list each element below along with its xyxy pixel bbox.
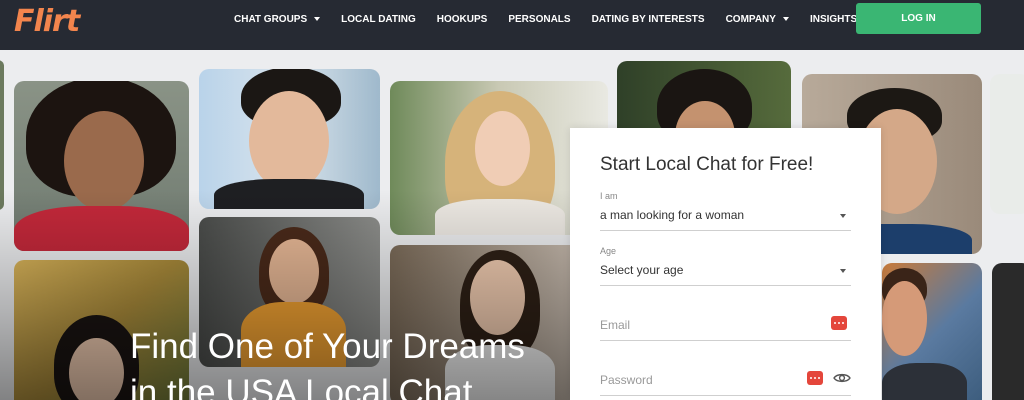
iam-select[interactable]: I am a man looking for a woman bbox=[600, 190, 851, 231]
hero-headline: Find One of Your Dreams in the USA Local… bbox=[130, 324, 525, 400]
profile-photo bbox=[992, 263, 1024, 400]
signup-form: Start Local Chat for Free! I am a man lo… bbox=[570, 128, 881, 400]
email-placeholder: Email bbox=[600, 318, 631, 332]
profile-photo bbox=[199, 69, 380, 209]
hero-headline-line2: in the USA Local Chat bbox=[130, 373, 473, 400]
chevron-down-icon bbox=[314, 17, 321, 21]
nav-item-local-dating[interactable]: LOCAL DATING bbox=[341, 14, 416, 25]
password-manager-icon[interactable] bbox=[807, 371, 823, 385]
age-select[interactable]: Age Select your age bbox=[600, 245, 851, 286]
nav-item-label: HOOKUPS bbox=[436, 13, 488, 25]
nav-links: CHAT GROUPS LOCAL DATING HOOKUPS PERSONA… bbox=[234, 0, 891, 38]
nav-item-chat-groups[interactable]: CHAT GROUPS bbox=[234, 13, 321, 25]
chevron-down-icon bbox=[840, 269, 846, 273]
top-nav: Flirt CHAT GROUPS LOCAL DATING HOOKUPS P… bbox=[0, 0, 1024, 50]
chevron-down-icon bbox=[840, 214, 846, 218]
profile-photo bbox=[0, 60, 4, 210]
nav-item-label: PERSONALS bbox=[508, 13, 571, 25]
nav-item-label: DATING BY INTERESTS bbox=[591, 13, 705, 25]
password-placeholder: Password bbox=[600, 373, 653, 387]
profile-photo bbox=[882, 263, 982, 400]
password-manager-icon[interactable] bbox=[831, 316, 847, 330]
nav-item-label: COMPANY bbox=[725, 13, 776, 25]
profile-photo bbox=[990, 74, 1024, 214]
nav-item-hookups[interactable]: HOOKUPS bbox=[437, 14, 488, 25]
age-value: Select your age bbox=[600, 263, 684, 277]
login-button[interactable]: LOG IN bbox=[856, 3, 981, 34]
iam-value: a man looking for a woman bbox=[600, 208, 745, 222]
email-field[interactable]: Email bbox=[600, 306, 851, 341]
iam-label: I am bbox=[600, 191, 618, 201]
nav-item-dating-by-interests[interactable]: DATING BY INTERESTS bbox=[592, 14, 705, 25]
brand-logo[interactable]: Flirt bbox=[14, 4, 80, 39]
nav-item-label: CHAT GROUPS bbox=[234, 13, 308, 25]
form-title: Start Local Chat for Free! bbox=[600, 154, 814, 175]
eye-icon[interactable] bbox=[833, 372, 851, 384]
nav-item-label: LOCAL DATING bbox=[341, 13, 416, 25]
nav-item-personals[interactable]: PERSONALS bbox=[508, 14, 570, 25]
profile-photo bbox=[14, 81, 189, 251]
chevron-down-icon bbox=[782, 17, 789, 21]
hero-headline-line1: Find One of Your Dreams bbox=[130, 327, 525, 366]
nav-item-company[interactable]: COMPANY bbox=[726, 14, 789, 25]
age-label: Age bbox=[600, 246, 617, 256]
nav-item-label: INSIGHTS bbox=[809, 13, 858, 25]
password-field[interactable]: Password bbox=[600, 361, 851, 396]
